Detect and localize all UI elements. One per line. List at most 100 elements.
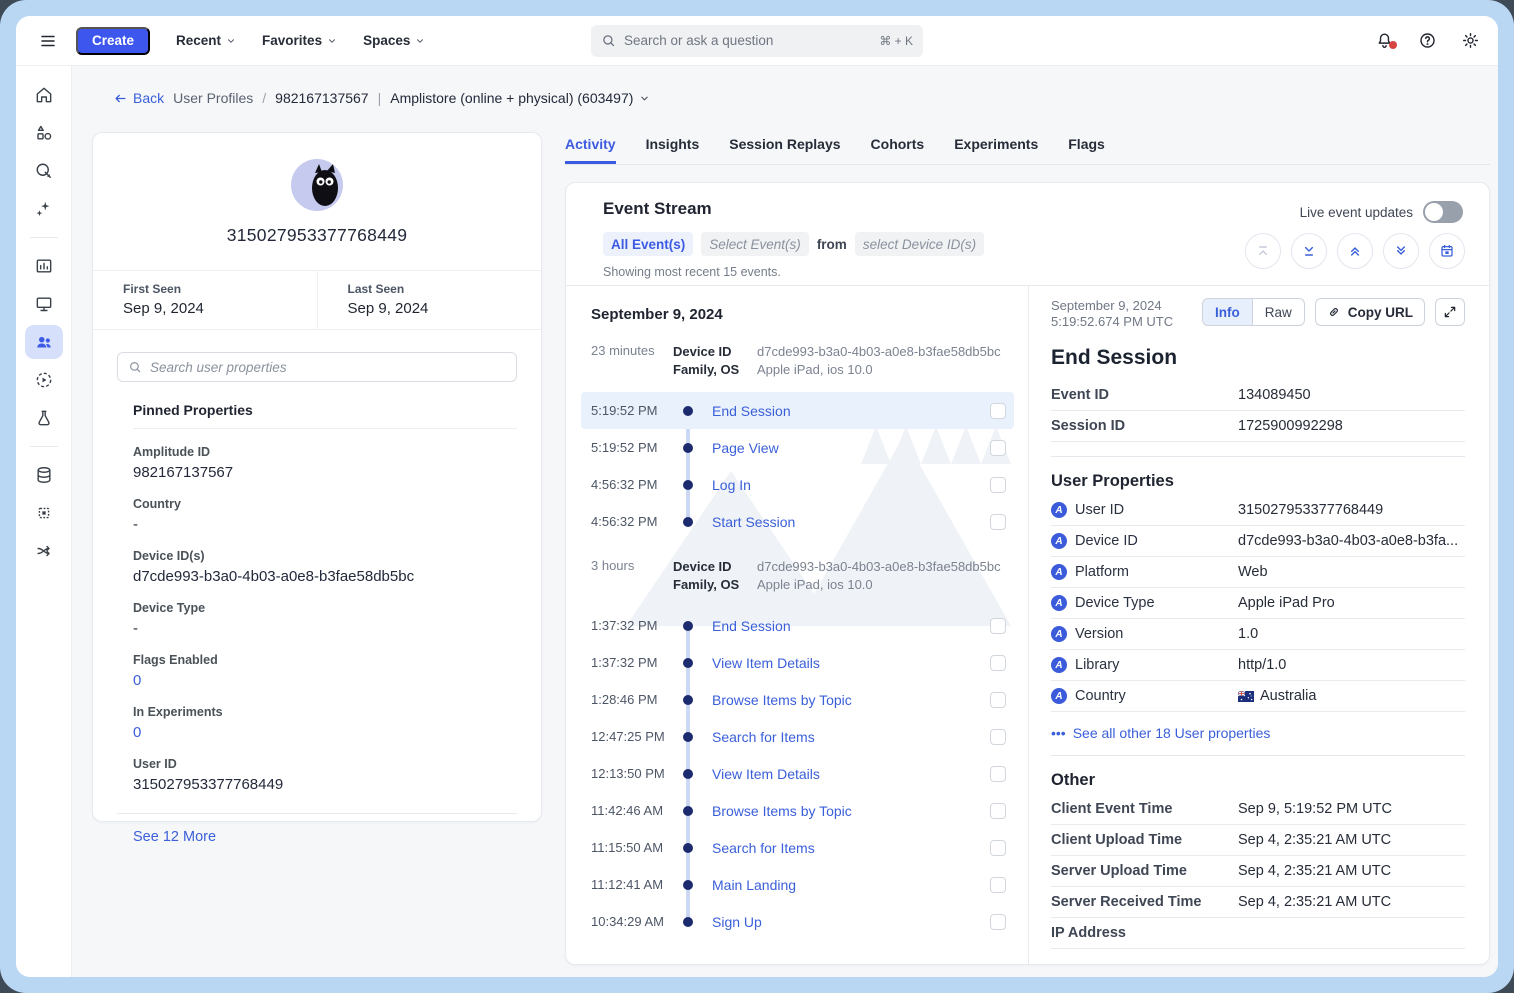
event-checkbox[interactable] [990,692,1006,708]
event-name-link[interactable]: View Item Details [712,655,820,671]
event-checkbox[interactable] [990,403,1006,419]
event-row[interactable]: 1:37:32 PM End Session [581,607,1014,644]
event-name-link[interactable]: Main Landing [712,877,796,893]
tab[interactable]: Flags [1068,136,1105,164]
sidebar-item-dashboards[interactable] [25,287,63,321]
event-row[interactable]: 4:56:32 PM Log In [581,466,1014,503]
event-row[interactable]: 5:19:52 PM End Session [581,392,1014,429]
event-name-link[interactable]: Browse Items by Topic [712,803,852,819]
info-tab[interactable]: Info [1203,299,1253,325]
sidebar-item-users[interactable] [25,325,63,359]
event-name-link[interactable]: End Session [712,403,791,419]
tab[interactable]: Cohorts [871,136,925,164]
jump-down-button[interactable] [1383,233,1419,269]
timeline-dot-icon [683,769,693,779]
event-time: 4:56:32 PM [591,514,673,529]
event-checkbox[interactable] [990,877,1006,893]
search-input[interactable] [624,33,871,48]
event-row[interactable]: 10:34:29 AM Sign Up [581,903,1014,940]
create-button[interactable]: Create [76,27,150,55]
sidebar-item-data[interactable] [25,458,63,492]
event-checkbox[interactable] [990,803,1006,819]
event-row[interactable]: 4:56:32 PM Start Session [581,503,1014,540]
event-name-link[interactable]: View Item Details [712,766,820,782]
event-row[interactable]: 5:19:52 PM Page View [581,429,1014,466]
event-row[interactable]: 12:47:25 PM Search for Items [581,718,1014,755]
notifications-bell-icon[interactable] [1375,31,1394,50]
sidebar-item-integrations[interactable] [25,496,63,530]
event-checkbox[interactable] [990,766,1006,782]
event-row[interactable]: 1:37:32 PM View Item Details [581,644,1014,681]
tab[interactable]: Insights [646,136,700,164]
event-checkbox[interactable] [990,440,1006,456]
sidebar-item-click-target[interactable] [25,154,63,188]
sidebar-item-charts[interactable] [25,249,63,283]
session-groups: 23 minutes Device ID d7cde993-b3a0-4b03-… [566,343,1028,952]
pinned-property: User ID 315027953377768449 [133,757,517,793]
event-checkbox[interactable] [990,729,1006,745]
raw-tab[interactable]: Raw [1253,299,1304,325]
see-more-link[interactable]: See 12 More [133,829,216,845]
event-name-link[interactable]: Start Session [712,514,795,530]
event-checkbox[interactable] [990,618,1006,634]
user-properties-search[interactable] [117,352,517,382]
event-name-link[interactable]: Sign Up [712,914,762,930]
select-device-ids-filter[interactable]: select Device ID(s) [855,232,984,256]
sidebar-item-experiments[interactable] [25,401,63,435]
event-name-link[interactable]: Search for Items [712,729,815,745]
event-checkbox[interactable] [990,840,1006,856]
nav-menu-item[interactable]: Favorites [262,33,337,48]
project-selector[interactable]: Amplistore (online + physical) (603497) [390,90,650,106]
chevron-down-icon [327,36,337,46]
event-row[interactable]: 12:13:50 PM View Item Details [581,755,1014,792]
nav-menu-item[interactable]: Spaces [363,33,425,48]
event-row[interactable]: 11:42:46 AM Browse Items by Topic [581,792,1014,829]
breadcrumb-section[interactable]: User Profiles [173,90,253,106]
sidebar-item-ai-sparkles[interactable] [25,192,63,226]
profile-user-id: 315027953377768449 [93,225,541,246]
tab[interactable]: Session Replays [729,136,840,164]
event-row[interactable]: 11:12:41 AM Main Landing [581,866,1014,903]
scroll-to-bottom-button[interactable] [1291,233,1327,269]
select-events-filter[interactable]: Select Event(s) [701,232,809,256]
sidebar-item-objects[interactable] [25,116,63,150]
global-search[interactable]: ⌘ + K [591,25,923,57]
expand-button[interactable] [1435,298,1465,326]
event-name-link[interactable]: Search for Items [712,840,815,856]
user-properties-search-input[interactable] [150,360,506,375]
event-row[interactable]: 11:15:50 AM Search for Items [581,829,1014,866]
event-checkbox[interactable] [990,514,1006,530]
nav-menu-item[interactable]: Recent [176,33,236,48]
event-row[interactable]: 1:28:46 PM Browse Items by Topic [581,681,1014,718]
other-property-row: Client Upload Time Sep 4, 2:35:21 AM UTC [1051,825,1465,856]
hamburger-menu-icon[interactable] [34,27,62,55]
event-name-link[interactable]: Page View [712,440,779,456]
back-link[interactable]: Back [113,90,164,106]
event-name-link[interactable]: Log In [712,477,751,493]
sidebar-item-session-replay[interactable] [25,363,63,397]
event-checkbox[interactable] [990,914,1006,930]
sidebar-item-home[interactable] [25,78,63,112]
tab[interactable]: Experiments [954,136,1038,164]
all-events-filter[interactable]: All Event(s) [603,232,693,256]
calendar-button[interactable] [1429,233,1465,269]
copy-url-button[interactable]: Copy URL [1315,298,1425,326]
live-event-updates-toggle[interactable] [1423,201,1463,223]
last-seen: Last Seen Sep 9, 2024 [317,271,542,329]
settings-gear-icon[interactable] [1461,31,1480,50]
event-checkbox[interactable] [990,655,1006,671]
event-stream-header: Event Stream All Event(s) Select Event(s… [566,183,1489,286]
bar-chart-icon [34,256,54,276]
tab[interactable]: Activity [565,136,616,164]
user-property-value: Australia [1260,688,1316,704]
help-icon[interactable] [1418,31,1437,50]
event-detail-panel: September 9, 2024 5:19:52.674 PM UTC Inf… [1028,286,1489,964]
play-circle-icon [34,370,54,390]
jump-up-button[interactable] [1337,233,1373,269]
see-all-properties-link[interactable]: ••• See all other 18 User properties [1051,725,1465,741]
event-name-link[interactable]: Browse Items by Topic [712,692,852,708]
event-checkbox[interactable] [990,477,1006,493]
sidebar-item-flows[interactable] [25,534,63,568]
event-name-link[interactable]: End Session [712,618,791,634]
scroll-to-top-button[interactable] [1245,233,1281,269]
